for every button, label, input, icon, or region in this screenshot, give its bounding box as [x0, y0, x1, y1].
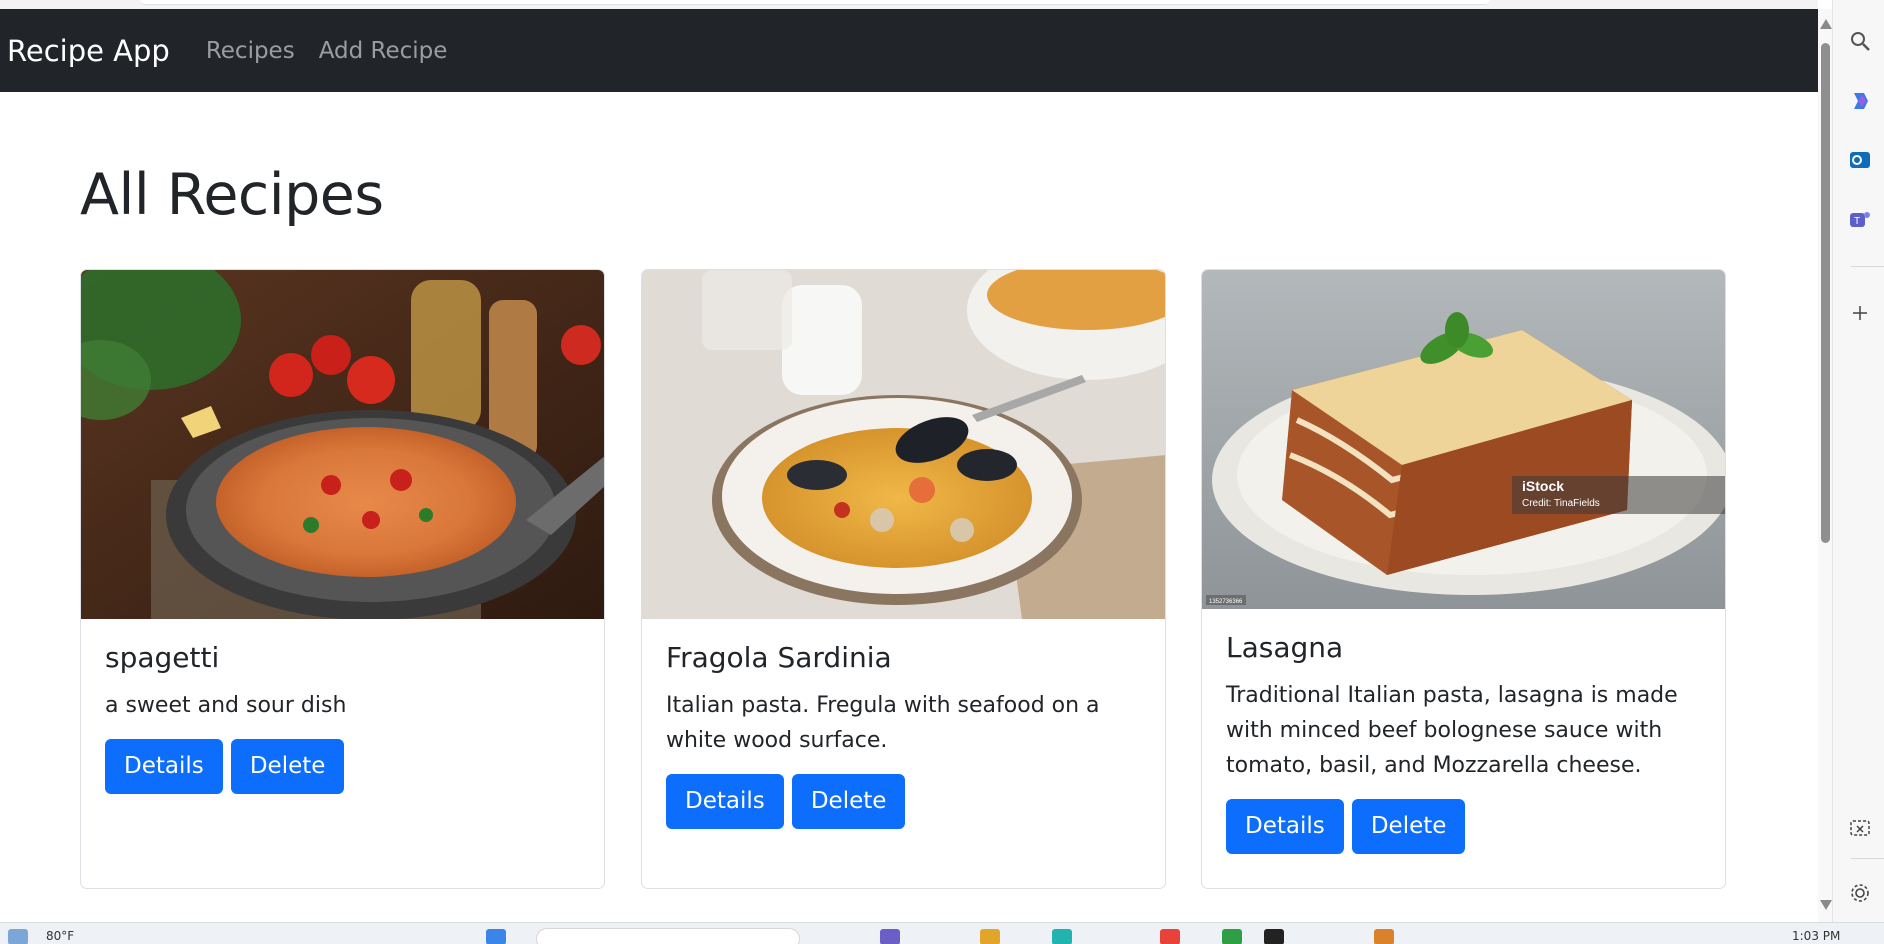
card-body: Lasagna Traditional Italian pasta, lasag… [1202, 609, 1725, 854]
card-body: spagetti a sweet and sour dish Details D… [81, 619, 604, 794]
recipe-description: Italian pasta. Fregula with seafood on a… [666, 693, 1100, 753]
browser-tab-strip [0, 0, 1818, 9]
watermark-credit: Credit: TinaFields [1522, 498, 1600, 509]
taskbar-app-icon[interactable] [980, 929, 1000, 944]
browser-sidebar: T [1832, 0, 1884, 922]
lasagna-photo: iStock Credit: TinaFields 1352736366 [1202, 270, 1725, 609]
image-id-text: 1352736366 [1209, 599, 1243, 605]
taskbar-app-icon[interactable] [1052, 929, 1072, 944]
taskbar-app-icon[interactable] [1222, 929, 1242, 944]
sidebar-divider [1851, 858, 1884, 859]
taskbar-app-icon[interactable] [1264, 929, 1284, 944]
add-icon[interactable] [1847, 300, 1873, 326]
settings-icon[interactable] [1847, 880, 1873, 906]
scroll-up-arrow-icon[interactable] [1820, 19, 1832, 29]
details-button[interactable]: Details [1226, 799, 1344, 854]
page-scrollbar[interactable] [1818, 9, 1832, 922]
recipe-title: Lasagna [1226, 631, 1344, 664]
spaghetti-photo [81, 270, 604, 619]
navbar: Recipe App Recipes Add Recipe [0, 9, 1818, 92]
recipe-image: iStock Credit: TinaFields 1352736366 [1202, 270, 1725, 609]
taskbar-app-icon[interactable] [1374, 929, 1394, 944]
recipe-card: spagetti a sweet and sour dish Details D… [80, 269, 605, 889]
weather-text: 80°F [46, 929, 75, 943]
svg-text:T: T [1854, 216, 1860, 227]
start-icon[interactable] [486, 929, 506, 944]
screenshot-icon[interactable] [1847, 815, 1873, 841]
recipe-card: Fragola Sardinia Italian pasta. Fregula … [641, 269, 1166, 889]
nav-link-recipes[interactable]: Recipes [206, 38, 295, 64]
sidebar-divider [1851, 266, 1884, 267]
recipe-title: spagetti [105, 641, 220, 674]
card-body: Fragola Sardinia Italian pasta. Fregula … [642, 619, 1165, 829]
recipe-image [642, 270, 1165, 619]
taskbar-clock: 1:03 PM [1792, 929, 1841, 943]
recipe-description: a sweet and sour dish [105, 693, 347, 718]
scroll-thumb[interactable] [1821, 43, 1830, 543]
copilot-icon[interactable] [1847, 88, 1873, 114]
nav-link-add-recipe[interactable]: Add Recipe [319, 38, 448, 64]
scroll-down-arrow-icon[interactable] [1820, 900, 1832, 910]
delete-button[interactable]: Delete [791, 774, 906, 829]
recipe-description: Traditional Italian pasta, lasagna is ma… [1226, 683, 1678, 778]
teams-icon[interactable]: T [1847, 206, 1873, 232]
delete-button[interactable]: Delete [1351, 799, 1466, 854]
delete-button[interactable]: Delete [230, 739, 345, 794]
taskbar-search[interactable] [536, 928, 800, 944]
address-bar-edge [140, 0, 1490, 5]
watermark-text: iStock [1522, 478, 1564, 494]
taskbar: 80°F 1:03 PM [0, 922, 1884, 944]
taskbar-app-icon[interactable] [1160, 929, 1180, 944]
recipe-card: iStock Credit: TinaFields 1352736366 Las… [1201, 269, 1726, 889]
taskbar-app-icon[interactable] [880, 929, 900, 944]
search-icon[interactable] [1847, 28, 1873, 54]
fregola-photo [642, 270, 1165, 619]
recipe-title: Fragola Sardinia [666, 641, 892, 674]
recipe-image [81, 270, 604, 619]
weather-icon[interactable] [8, 929, 28, 944]
details-button[interactable]: Details [666, 774, 784, 829]
page-title: All Recipes [80, 162, 384, 228]
outlook-icon[interactable] [1847, 147, 1873, 173]
navbar-brand[interactable]: Recipe App [7, 34, 170, 68]
details-button[interactable]: Details [105, 739, 223, 794]
